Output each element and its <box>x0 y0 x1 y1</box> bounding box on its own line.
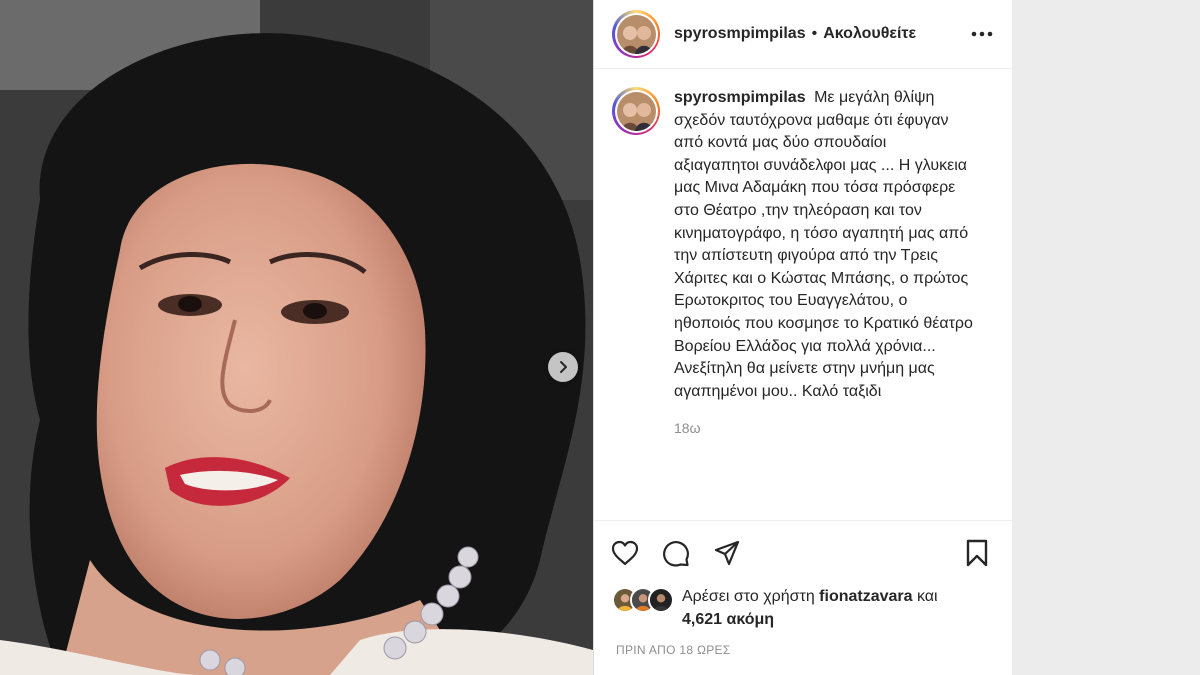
post-date[interactable]: ΠΡΙΝ ΑΠΟ 18 ΩΡΕΣ <box>594 631 1012 675</box>
bookmark-icon[interactable] <box>962 538 992 568</box>
likes-conjunction: και <box>917 588 938 605</box>
following-button[interactable]: Ακολουθείτε <box>823 25 916 43</box>
caption-timestamp[interactable]: 18ω <box>674 417 974 440</box>
header-username[interactable]: spyrosmpimpilas <box>674 25 806 43</box>
post-photo <box>0 0 593 675</box>
caption-text-block: spyrosmpimpilas Με μεγάλη θλίψη σχεδόν τ… <box>674 87 974 403</box>
post-media[interactable] <box>0 0 593 675</box>
caption-text: Με μεγάλη θλίψη σχεδόν ταυτόχρονα μαθαμε… <box>674 89 973 400</box>
more-options-icon[interactable] <box>970 22 994 46</box>
caption-avatar[interactable] <box>612 87 660 135</box>
likes-summary: Αρέσει στο χρήστη fionatzavara και 4,621… <box>594 585 1012 631</box>
chevron-right-icon <box>560 361 567 373</box>
avatar-photo <box>616 14 656 54</box>
liker-username[interactable]: fionatzavara <box>819 588 912 605</box>
comment-icon[interactable] <box>661 538 691 568</box>
caption-section: spyrosmpimpilas Με μεγάλη θλίψη σχεδόν τ… <box>594 69 1012 521</box>
avatar[interactable] <box>612 10 660 58</box>
share-icon[interactable] <box>712 538 742 568</box>
avatar-photo <box>616 91 656 131</box>
heart-icon[interactable] <box>610 538 640 568</box>
action-bar <box>594 521 1012 585</box>
likes-count[interactable]: 4,621 ακόμη <box>682 611 774 628</box>
post-header: spyrosmpimpilas • Ακολουθείτε <box>594 0 1012 69</box>
liker-avatars <box>612 585 678 613</box>
likes-prefix: Αρέσει στο χρήστη <box>682 588 815 605</box>
liker-avatar[interactable] <box>648 587 674 613</box>
caption-username[interactable]: spyrosmpimpilas <box>674 89 806 106</box>
header-separator: • <box>811 25 818 42</box>
next-image-button[interactable] <box>548 352 578 382</box>
instagram-post: spyrosmpimpilas • Ακολουθείτε spyrosmpim… <box>0 0 1012 675</box>
post-sidebar: spyrosmpimpilas • Ακολουθείτε spyrosmpim… <box>593 0 1012 675</box>
